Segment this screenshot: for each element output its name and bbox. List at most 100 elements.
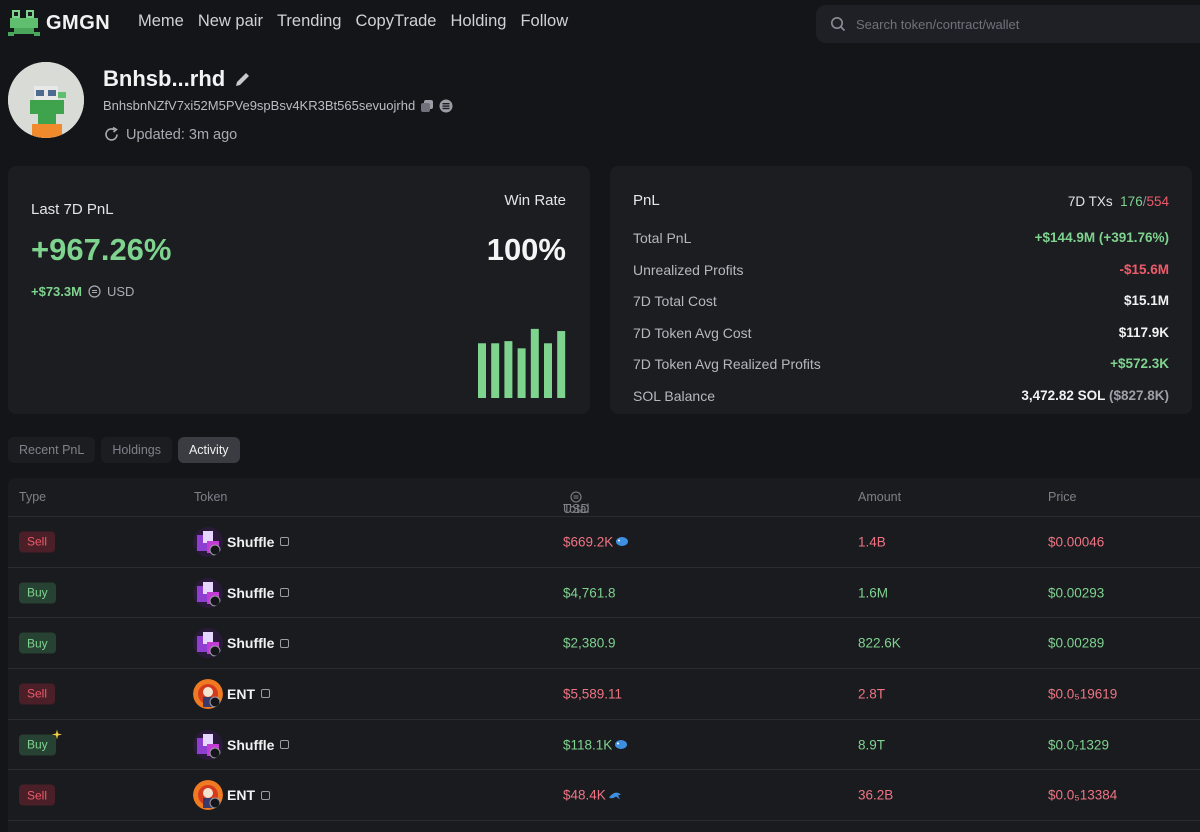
amount-cell: 822.6K [858,635,901,651]
win-rate-bar-chart [478,328,566,398]
total-cell: $48.4K [563,788,622,803]
stat-value: $15.1M [1123,293,1169,308]
tab-activity[interactable]: Activity [177,437,240,463]
win-rate-bar [517,348,526,398]
table-row[interactable]: Buy Shuffle $118.1K 8.9T $0.0₇1329 [8,720,1200,771]
stat-label: 7D Total Cost [633,293,717,309]
amount-cell: 2.8T [858,686,886,702]
total-value: $669.2K [563,534,614,550]
copy-icon[interactable] [280,638,290,648]
copy-icon[interactable] [280,740,290,750]
whale-icon [615,740,628,750]
stat-label: Total PnL [633,230,692,246]
token-cell[interactable]: Shuffle [193,729,290,760]
token-logo-icon [193,526,223,557]
copy-icon[interactable] [280,588,290,598]
type-badge: Buy [19,729,62,756]
stat-value: +$144.9M (+391.76%) [1034,230,1169,245]
token-cell[interactable]: ENT [193,678,270,709]
copy-icon[interactable] [280,537,290,547]
price-cell: $0.0₅19619 [1048,686,1118,702]
sol-balance-value-group: 3,472.82 SOL ($827.8K) [1021,388,1169,404]
wallet-address: BnhsbnNZfV7xi52M5PVe9spBsv4KR3Bt565sevuo… [103,98,416,113]
nav-holding[interactable]: Holding [450,12,506,31]
pnl-stats-card: PnL 7D TXs 176/554 Total PnL +$144.9M (+… [610,166,1192,414]
activity-table: Type Token Total USD Amount Price Sell Sh… [8,478,1200,832]
solscan-icon[interactable] [439,99,453,113]
tab-holdings[interactable]: Holdings [101,437,172,463]
header-price: Price [1048,490,1077,504]
tx-count: 7D TXs 176/554 [1068,194,1169,209]
win-rate-bar [557,331,566,398]
table-header: Type Token Total USD Amount Price [8,478,1200,517]
total-cell: $4,761.8 [563,585,616,600]
copy-icon[interactable] [261,689,270,699]
header-token: Token [194,490,228,504]
table-row[interactable]: Sell ENT $5,589.11 2.8T $0.0₅19619 [8,669,1200,720]
type-label: Sell [27,788,48,803]
token-cell[interactable]: Shuffle [193,526,290,557]
table-row[interactable]: Sell ENT $48.4K 36.2B $0.0₅13384 [8,770,1200,822]
nav-trending[interactable]: Trending [277,12,342,31]
price-cell: $0.00293 [1048,585,1105,601]
pnl-summary-card: Last 7D PnL +967.26% +$73.3M USD Win Rat… [8,166,590,414]
win-rate-label: Win Rate [504,192,566,209]
profile-name: Bnhsb...rhd [103,66,226,91]
edit-pencil-icon[interactable] [233,69,253,89]
brand-name: GMGN [46,11,111,34]
total-cell: $5,589.11 [563,686,622,701]
brand-logo[interactable]: GMGN [8,8,110,38]
table-row[interactable]: Buy Shuffle $2,380.9 822.6K $0.00289 [8,618,1200,670]
tab-recent-pnl[interactable]: Recent PnL [8,437,96,463]
sol-balance-label: SOL Balance [633,387,715,404]
stat-row-total-pnl: Total PnL +$144.9M (+391.76%) [633,230,1169,246]
stat-label: Unrealized Profits [633,261,744,278]
win-rate-value: 100% [486,232,566,267]
sol-balance-usd: ($827.8K) [1108,387,1169,403]
token-logo-icon [193,577,223,608]
token-logo-icon [193,628,223,659]
type-label: Buy [27,585,48,600]
copy-icon[interactable] [261,790,270,800]
tx-buys: 176 [1120,194,1143,209]
pnl-usd-row: +$73.3M USD [31,284,134,299]
token-name: Shuffle [227,533,275,550]
type-badge: Sell [19,784,56,806]
search-icon [831,17,846,32]
stat-row-total-cost: 7D Total Cost $15.1M [633,293,1169,309]
win-rate-bar [491,343,500,398]
table-row[interactable]: Sell Shuffle $669.2K 1.4B $0.00046 [8,517,1200,568]
nav-new-pair[interactable]: New pair [198,12,263,31]
currency-toggle-icon[interactable] [88,285,101,298]
win-rate-bar [478,343,486,398]
refresh-icon[interactable] [103,126,120,143]
token-name: Shuffle [227,584,275,601]
header-type[interactable]: Type [19,490,46,504]
table-row[interactable]: Buy Shuffle $4,761.8 1.6M $0.00293 [8,568,1200,619]
token-cell[interactable]: ENT [193,780,270,811]
pnl-usd-label: USD [106,284,135,299]
profile-name-row: Bnhsb...rhd [103,66,253,92]
price-cell: $0.00046 [1048,534,1105,550]
stat-row-avg-cost: 7D Token Avg Cost $117.9K [633,325,1169,341]
sol-balance-value: 3,472.82 SOL [1021,387,1106,403]
token-cell[interactable]: Shuffle [193,577,290,608]
pixel-frog-avatar-icon [8,62,84,138]
total-value: $4,761.8 [563,585,616,601]
nav-meme[interactable]: Meme [138,12,184,31]
tx-sells: 554 [1146,194,1169,209]
copy-icon[interactable] [420,99,434,113]
pnl-usd-value: +$73.3M [31,284,82,299]
stat-row-unrealized: Unrealized Profits -$15.6M [633,262,1169,278]
total-cell: $118.1K [563,737,628,752]
token-logo-icon [193,780,223,811]
updated-text: Updated: 3m ago [126,126,238,143]
header-total-unit[interactable]: USD [563,502,589,516]
search-input[interactable]: Search token/contract/wallet [816,5,1200,43]
token-cell[interactable]: Shuffle [193,628,290,659]
nav-copytrade[interactable]: CopyTrade [355,12,436,31]
amount-cell: 36.2B [858,787,894,803]
total-cell: $2,380.9 [563,636,616,651]
nav-follow[interactable]: Follow [520,12,568,31]
stat-label: 7D Token Avg Cost [633,324,752,341]
